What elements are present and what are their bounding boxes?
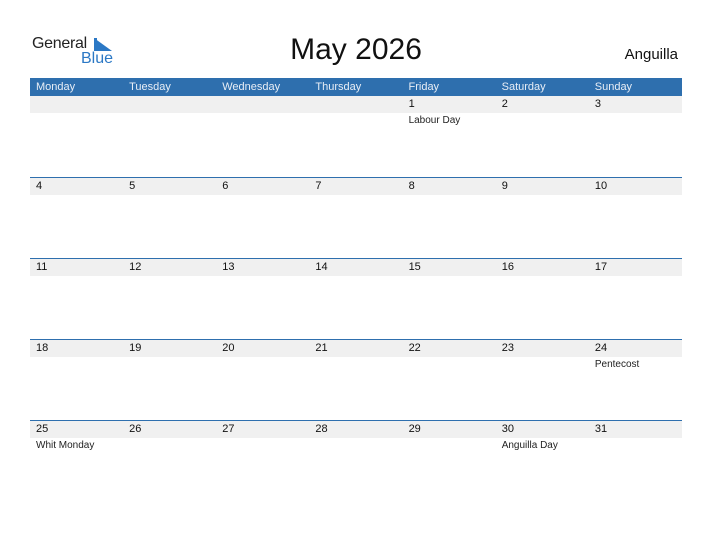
day-cell: 29 xyxy=(403,420,496,501)
weekday-saturday: Saturday xyxy=(501,81,546,93)
day-number: 6 xyxy=(222,180,229,192)
day-number: 31 xyxy=(594,423,608,435)
day-number: 22 xyxy=(408,342,421,354)
day-cell: 23 xyxy=(496,339,589,420)
day-number: 19 xyxy=(129,342,142,354)
calendar-grid: Monday Tuesday Wednesday Thursday Friday… xyxy=(30,78,682,501)
weekday-monday: Monday xyxy=(36,81,76,93)
day-number: 11 xyxy=(36,261,48,273)
day-cell: 28 xyxy=(309,420,402,501)
holiday-label: Labour Day xyxy=(408,115,461,126)
day-number: 25 xyxy=(36,423,49,435)
day-cell xyxy=(216,96,309,177)
weekday-friday: Friday xyxy=(408,81,440,93)
day-number: 20 xyxy=(222,342,235,354)
day-cell: 26 xyxy=(123,420,216,501)
weekday-wednesday: Wednesday xyxy=(222,81,281,93)
day-cell: 20 xyxy=(216,339,309,420)
day-cell: 11 xyxy=(30,258,123,339)
day-cell: 10 xyxy=(589,177,682,258)
weekday-sunday: Sunday xyxy=(594,81,633,93)
day-cell: 3 xyxy=(589,96,682,177)
day-number: 8 xyxy=(408,180,415,192)
day-number: 23 xyxy=(501,342,514,354)
day-cell: 13 xyxy=(216,258,309,339)
weekday-header: Monday Tuesday Wednesday Thursday Friday… xyxy=(30,78,682,96)
day-cell: 2 xyxy=(496,96,589,177)
day-number: 29 xyxy=(408,423,421,435)
day-cell: 17 xyxy=(589,258,682,339)
day-number: 26 xyxy=(129,423,142,435)
day-number: 16 xyxy=(501,261,514,273)
day-number: 24 xyxy=(594,342,608,354)
day-cell: 8 xyxy=(403,177,496,258)
day-number: 2 xyxy=(501,98,508,110)
day-number: 13 xyxy=(222,261,235,273)
day-number: 12 xyxy=(129,261,142,273)
day-number: 14 xyxy=(315,261,328,273)
day-cell: 7 xyxy=(309,177,402,258)
weeks-container: 1 Labour Day 2 3 4 5 6 7 8 9 10 11 12 13 14 15 16 17 18 19 2… xyxy=(30,96,682,501)
week-row: 11 12 13 14 15 16 17 xyxy=(30,258,682,339)
week-row: 1 Labour Day 2 3 xyxy=(30,96,682,177)
day-cell: 27 xyxy=(216,420,309,501)
day-number: 9 xyxy=(501,180,508,192)
day-number: 21 xyxy=(315,342,328,354)
holiday-label: Whit Monday xyxy=(36,440,95,451)
day-cell: 21 xyxy=(309,339,402,420)
weekday-thursday: Thursday xyxy=(315,81,362,93)
day-cell: 1 Labour Day xyxy=(403,96,496,177)
day-cell: 12 xyxy=(123,258,216,339)
day-number: 28 xyxy=(315,423,328,435)
day-cell: 14 xyxy=(309,258,402,339)
day-cell: 5 xyxy=(123,177,216,258)
day-number: 17 xyxy=(594,261,608,273)
holiday-label: Anguilla Day xyxy=(501,440,558,451)
day-cell xyxy=(123,96,216,177)
day-cell: 16 xyxy=(496,258,589,339)
day-number: 1 xyxy=(408,98,415,110)
day-number: 4 xyxy=(36,180,43,192)
holiday-label: Pentecost xyxy=(594,359,640,370)
day-number: 27 xyxy=(222,423,235,435)
day-cell: 30 Anguilla Day xyxy=(496,420,589,501)
day-cell: 15 xyxy=(403,258,496,339)
week-row: 18 19 20 21 22 23 24 Pentecost xyxy=(30,339,682,420)
day-number: 7 xyxy=(315,180,322,192)
day-cell: 9 xyxy=(496,177,589,258)
day-cell: 31 xyxy=(589,420,682,501)
day-number: 10 xyxy=(594,180,608,192)
day-cell: 18 xyxy=(30,339,123,420)
day-cell: 19 xyxy=(123,339,216,420)
country-label: Anguilla xyxy=(624,46,678,63)
day-cell: 6 xyxy=(216,177,309,258)
week-row: 4 5 6 7 8 9 10 xyxy=(30,177,682,258)
day-number: 18 xyxy=(36,342,49,354)
week-row: 25 Whit Monday 26 27 28 29 30 Anguilla Day 31 xyxy=(30,420,682,501)
day-number: 30 xyxy=(501,423,514,435)
day-number: 15 xyxy=(408,261,421,273)
day-cell xyxy=(309,96,402,177)
calendar-title: May 2026 xyxy=(290,33,422,66)
day-number: 5 xyxy=(129,180,136,192)
day-cell: 22 xyxy=(403,339,496,420)
day-cell: 25 Whit Monday xyxy=(30,420,123,501)
day-cell xyxy=(30,96,123,177)
day-cell: 24 Pentecost xyxy=(589,339,682,420)
day-cell: 4 xyxy=(30,177,123,258)
weekday-tuesday: Tuesday xyxy=(129,81,171,93)
day-number: 3 xyxy=(594,98,601,110)
